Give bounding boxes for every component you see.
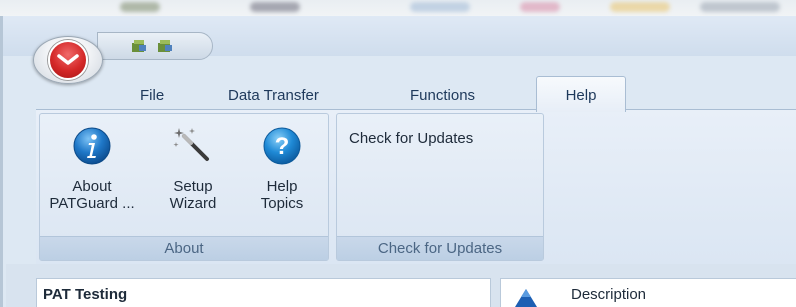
ribbon-group-about: About PATGuard ... Setup Wizard ? Help T… [39, 113, 329, 261]
tab-functions[interactable]: Functions [410, 82, 475, 110]
svg-text:?: ? [275, 133, 290, 160]
info-icon [73, 127, 111, 165]
desktop-blur [120, 2, 160, 12]
ribbon-panel: About PATGuard ... Setup Wizard ? Help T… [36, 109, 796, 264]
quick-access-data-icon[interactable] [130, 38, 148, 54]
tab-data-transfer[interactable]: Data Transfer [228, 82, 319, 110]
app-logo-icon [48, 40, 88, 80]
desktop-blur [520, 2, 560, 12]
content-area: PAT Testing Description [6, 264, 796, 307]
ribbon-group-updates: Check for Updates Check for Updates [336, 113, 544, 261]
description-panel-title: Description [500, 278, 796, 307]
description-icon [515, 289, 537, 307]
description-label: Description [571, 286, 647, 303]
help-label-line2: Topics [260, 195, 304, 212]
updates-group-label: Check for Updates [337, 236, 543, 260]
tab-file[interactable]: File [140, 82, 164, 110]
help-icon: ? [263, 127, 301, 165]
help-topics-button[interactable]: ? Help Topics [250, 124, 314, 212]
magic-wand-icon [173, 128, 209, 161]
setup-label-line1: Setup [173, 178, 213, 195]
setup-wizard-button[interactable]: Setup Wizard [158, 124, 228, 212]
about-label-line1: About [72, 178, 112, 195]
setup-label-line2: Wizard [169, 195, 217, 212]
ribbon-tab-bar: File Data Transfer Functions Help [6, 76, 796, 112]
about-group-label: About [40, 236, 328, 260]
about-patguard-button[interactable]: About PATGuard ... [46, 124, 138, 212]
pat-testing-panel-title: PAT Testing [36, 278, 491, 307]
desktop-blur [610, 2, 670, 12]
desktop-blur [700, 2, 780, 12]
about-label-line2: PATGuard ... [49, 195, 135, 212]
application-menu-button[interactable] [33, 36, 103, 84]
desktop-blur [250, 2, 300, 12]
help-label-line1: Help [266, 178, 298, 195]
quick-access-toolbar [97, 32, 213, 60]
tab-help[interactable]: Help [536, 76, 626, 112]
quick-access-transfer-icon[interactable] [156, 38, 174, 54]
check-for-updates-button[interactable]: Check for Updates [349, 130, 473, 147]
desktop-blur [410, 2, 470, 12]
application-window: File Data Transfer Functions Help About … [0, 16, 796, 307]
